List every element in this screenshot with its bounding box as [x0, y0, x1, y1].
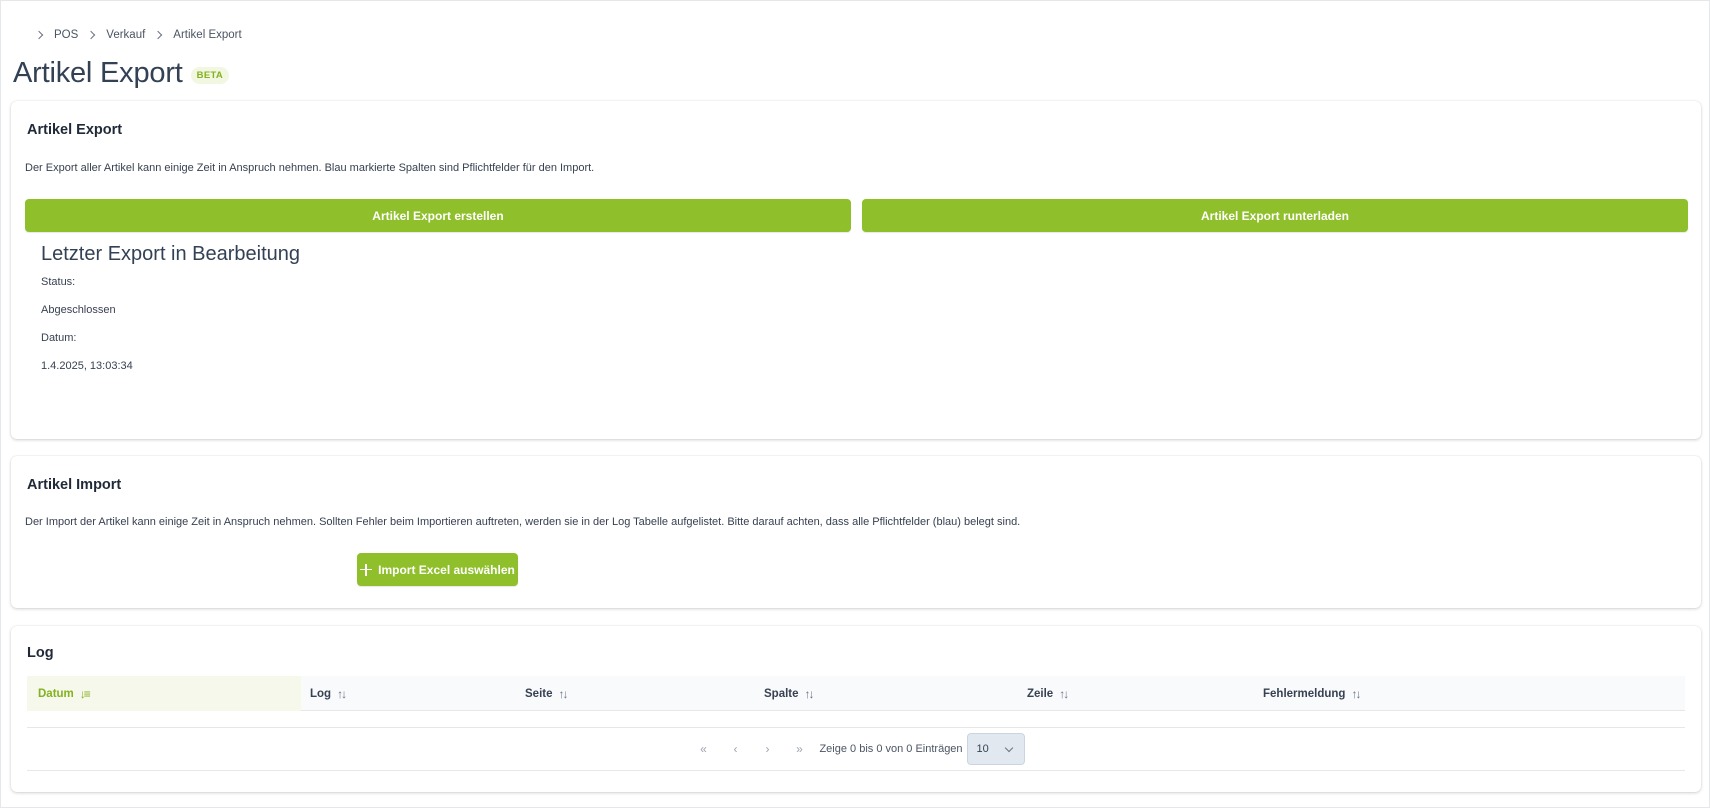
- log-card-title: Log: [27, 645, 54, 661]
- column-header-datum[interactable]: Datum ↓≡: [27, 676, 301, 711]
- sort-icon: ↑↓: [558, 686, 569, 701]
- import-excel-label: Import Excel auswählen: [378, 562, 515, 577]
- column-header-fehlermeldung[interactable]: Fehlermeldung ↑↓: [1263, 676, 1361, 711]
- export-card-description: Der Export aller Artikel kann einige Zei…: [25, 162, 595, 174]
- column-header-log[interactable]: Log ↑↓: [310, 676, 347, 711]
- last-export-status: Letzter Export in Bearbeitung Status: Ab…: [41, 243, 300, 387]
- page-size-value: 10: [976, 742, 989, 755]
- last-export-heading: Letzter Export in Bearbeitung: [41, 243, 301, 265]
- log-card: Log Datum ↓≡ Log ↑↓ Seite ↑↓ Spalte ↑↓ Z…: [11, 626, 1701, 792]
- table-body-empty: [27, 711, 1685, 728]
- breadcrumb: POS Verkauf Artikel Export: [34, 27, 250, 43]
- log-table: Datum ↓≡ Log ↑↓ Seite ↑↓ Spalte ↑↓ Zeile: [27, 676, 1685, 728]
- plus-icon: [360, 563, 373, 576]
- sort-icon: ↑↓: [337, 686, 347, 701]
- column-header-seite[interactable]: Seite ↑↓: [525, 676, 569, 711]
- first-page-button[interactable]: «: [687, 734, 719, 764]
- beta-badge: BETA: [190, 67, 230, 84]
- status-value: Abgeschlossen: [41, 304, 116, 316]
- column-header-zeile[interactable]: Zeile ↑↓: [1027, 676, 1069, 711]
- import-card-description: Der Import der Artikel kann einige Zeit …: [25, 516, 1021, 528]
- table-header: Datum ↓≡ Log ↑↓ Seite ↑↓ Spalte ↑↓ Zeile: [27, 676, 1685, 711]
- download-export-button[interactable]: Artikel Export runterladen: [862, 199, 1688, 232]
- sort-icon: ↑↓: [1351, 686, 1361, 701]
- sort-descending-icon: ↓≡: [79, 686, 91, 701]
- date-value: 1.4.2025, 13:03:34: [41, 360, 133, 372]
- previous-page-button[interactable]: ‹: [719, 734, 751, 764]
- date-label: Datum:: [41, 332, 77, 344]
- breadcrumb-item-current: Artikel Export: [173, 29, 242, 41]
- breadcrumb-item-pos[interactable]: POS: [54, 29, 78, 41]
- page-title: Artikel Export: [13, 57, 183, 89]
- last-page-button[interactable]: »: [783, 734, 815, 764]
- import-card: Artikel Import Der Import der Artikel ka…: [11, 456, 1701, 608]
- import-card-title: Artikel Import: [27, 477, 122, 493]
- pagination-info: Zeige 0 bis 0 von 0 Einträgen: [819, 742, 963, 755]
- import-excel-button[interactable]: Import Excel auswählen: [357, 553, 518, 586]
- chevron-right-icon: [153, 27, 167, 43]
- page: POS Verkauf Artikel Export Artikel Expor…: [0, 0, 1710, 808]
- page-size-select[interactable]: 10: [966, 732, 1025, 765]
- export-card-title: Artikel Export: [27, 122, 123, 138]
- chevron-right-icon: [86, 27, 100, 43]
- sort-icon: ↑↓: [804, 686, 815, 701]
- next-page-button[interactable]: ›: [751, 734, 783, 764]
- chevron-right-icon: [34, 27, 48, 43]
- sort-icon: ↑↓: [1059, 686, 1069, 701]
- export-card: Artikel Export Der Export aller Artikel …: [11, 101, 1701, 439]
- page-header: Artikel Export BETA: [13, 57, 230, 90]
- status-label: Status:: [41, 276, 76, 288]
- paginator: « ‹ › » Zeige 0 bis 0 von 0 Einträgen 10: [27, 727, 1685, 771]
- create-export-button[interactable]: Artikel Export erstellen: [25, 199, 851, 232]
- breadcrumb-item-verkauf[interactable]: Verkauf: [106, 29, 145, 41]
- column-header-spalte[interactable]: Spalte ↑↓: [764, 676, 815, 711]
- chevron-down-icon: [1004, 743, 1013, 752]
